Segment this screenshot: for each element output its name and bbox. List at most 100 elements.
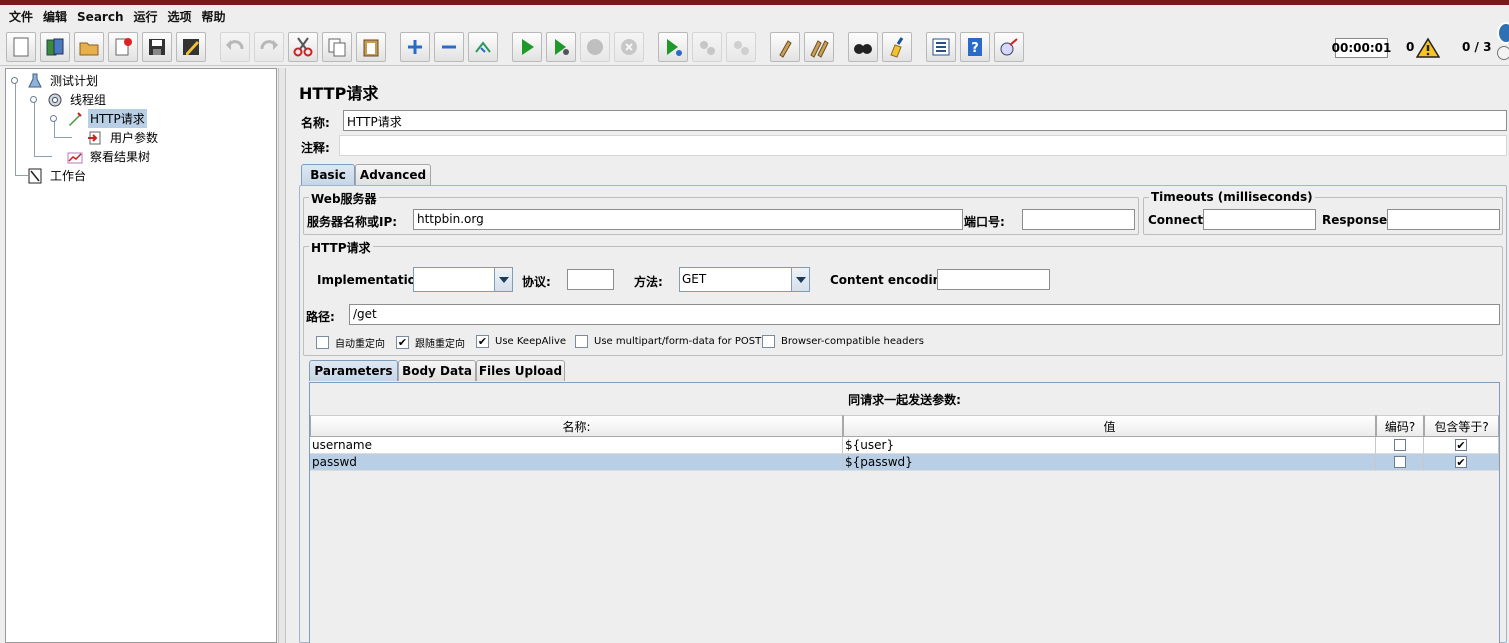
- table-row[interactable]: passwd ${passwd} ✔: [310, 454, 1499, 471]
- start-no-pause-button[interactable]: [546, 32, 576, 62]
- workbench-icon: [26, 168, 44, 184]
- include-equals-checkbox[interactable]: ✔: [1455, 439, 1467, 451]
- comment-field[interactable]: [339, 135, 1507, 156]
- include-equals-cell[interactable]: ✔: [1424, 437, 1499, 454]
- reset-search-button[interactable]: [882, 32, 912, 62]
- pane-splitter[interactable]: [278, 68, 286, 643]
- toolbar: ? 00:00:01 0 0 / 3: [0, 28, 1509, 66]
- close-icon: [115, 38, 132, 56]
- server-name-input[interactable]: httpbin.org: [413, 209, 963, 230]
- menu-search[interactable]: Search: [72, 10, 128, 24]
- function-helper-button[interactable]: [926, 32, 956, 62]
- paste-button[interactable]: [356, 32, 386, 62]
- column-header-name[interactable]: 名称:: [310, 415, 843, 437]
- menu-file[interactable]: 文件: [4, 8, 38, 25]
- save-button[interactable]: [142, 32, 172, 62]
- remote-stop-button[interactable]: [692, 32, 722, 62]
- undo-button[interactable]: [220, 32, 250, 62]
- start-button[interactable]: [512, 32, 542, 62]
- tree-item-user-parameters[interactable]: 用户参数: [86, 128, 160, 147]
- tree-item-result-tree[interactable]: 察看结果树: [66, 147, 152, 166]
- column-header-include-equals[interactable]: 包含等于?: [1424, 415, 1499, 437]
- tab-advanced[interactable]: Advanced: [355, 164, 431, 185]
- name-field[interactable]: HTTP请求: [343, 110, 1507, 131]
- include-equals-cell[interactable]: ✔: [1424, 454, 1499, 471]
- param-name-cell[interactable]: passwd: [310, 454, 843, 471]
- implementation-select[interactable]: [413, 267, 513, 292]
- tree-item-workbench[interactable]: 工作台: [26, 166, 88, 185]
- param-value-cell[interactable]: ${user}: [843, 437, 1376, 454]
- stop-button[interactable]: [580, 32, 610, 62]
- search-button[interactable]: [848, 32, 878, 62]
- remote-start-button[interactable]: [658, 32, 688, 62]
- tree-expand-handle[interactable]: [30, 96, 37, 103]
- expand-button[interactable]: [400, 32, 430, 62]
- menu-run[interactable]: 运行: [128, 8, 162, 25]
- redo-button[interactable]: [254, 32, 284, 62]
- help-button[interactable]: ?: [960, 32, 990, 62]
- column-header-encode[interactable]: 编码?: [1376, 415, 1424, 437]
- encode-cell[interactable]: [1376, 454, 1424, 471]
- content-encoding-input[interactable]: [937, 269, 1050, 290]
- collapse-button[interactable]: [434, 32, 464, 62]
- tab-parameters[interactable]: Parameters: [309, 360, 398, 381]
- tab-body-data[interactable]: Body Data: [398, 360, 476, 381]
- logger-button[interactable]: [994, 32, 1024, 62]
- protocol-input[interactable]: [567, 269, 614, 290]
- column-header-value[interactable]: 值: [843, 415, 1376, 437]
- chevron-down-icon[interactable]: [494, 268, 512, 291]
- cut-button[interactable]: [288, 32, 318, 62]
- shutdown-button[interactable]: [614, 32, 644, 62]
- tree-item-label: 察看结果树: [90, 150, 151, 164]
- method-select[interactable]: GET: [679, 267, 810, 292]
- response-timeout-input[interactable]: [1387, 209, 1500, 230]
- encode-checkbox[interactable]: [1393, 456, 1406, 468]
- encode-cell[interactable]: [1376, 437, 1424, 454]
- table-row[interactable]: username ${user} ✔: [310, 437, 1499, 454]
- svg-text:?: ?: [971, 41, 979, 56]
- content-encoding-label: Content encoding:: [830, 273, 955, 287]
- menu-help[interactable]: 帮助: [197, 8, 231, 25]
- clear-button[interactable]: [770, 32, 800, 62]
- server-name-label: 服务器名称或IP:: [307, 215, 398, 229]
- close-button[interactable]: [108, 32, 138, 62]
- param-name-cell[interactable]: username: [310, 437, 843, 454]
- new-button[interactable]: [6, 32, 36, 62]
- warning-icon[interactable]: [1416, 37, 1440, 59]
- parameters-caption: 同请求一起发送参数:: [310, 383, 1499, 415]
- templates-button[interactable]: [40, 32, 70, 62]
- menu-edit[interactable]: 编辑: [38, 8, 72, 25]
- tree-item-test-plan[interactable]: 测试计划: [26, 71, 100, 90]
- param-value-cell[interactable]: ${passwd}: [843, 454, 1376, 471]
- chevron-down-icon[interactable]: [791, 268, 809, 291]
- clear-all-button[interactable]: [804, 32, 834, 62]
- tab-files-upload[interactable]: Files Upload: [476, 360, 565, 381]
- open-button[interactable]: [74, 32, 104, 62]
- auto-redirect-checkbox[interactable]: 自动重定向: [316, 335, 385, 350]
- tree-item-http-request[interactable]: HTTP请求: [66, 109, 147, 128]
- remote-shutdown-button[interactable]: [726, 32, 756, 62]
- save-icon: [149, 39, 165, 55]
- browser-compatible-checkbox[interactable]: Browser-compatible headers: [762, 335, 924, 348]
- http-sampler-icon: [66, 111, 84, 127]
- connect-timeout-input[interactable]: [1203, 209, 1316, 230]
- save-as-button[interactable]: [176, 32, 206, 62]
- tab-basic[interactable]: Basic: [301, 164, 355, 185]
- include-equals-checkbox[interactable]: ✔: [1455, 456, 1467, 468]
- port-input[interactable]: [1022, 209, 1135, 230]
- tree-item-thread-group[interactable]: 线程组: [46, 90, 108, 109]
- encode-checkbox[interactable]: [1393, 439, 1406, 451]
- toggle-button[interactable]: [468, 32, 498, 62]
- tree-expand-handle[interactable]: [11, 77, 18, 84]
- edge-circle-button[interactable]: [1497, 22, 1509, 44]
- checkbox-label: Use KeepAlive: [495, 336, 567, 347]
- tree-expand-handle[interactable]: [50, 115, 57, 122]
- multipart-checkbox[interactable]: Use multipart/form-data for POST: [575, 335, 761, 348]
- keepalive-checkbox[interactable]: ✔ Use KeepAlive: [476, 335, 566, 348]
- copy-button[interactable]: [322, 32, 352, 62]
- follow-redirects-checkbox[interactable]: ✔ 跟随重定向: [396, 335, 465, 350]
- path-input[interactable]: /get: [349, 304, 1500, 325]
- comment-label: 注释:: [301, 141, 330, 155]
- tree-item-label: 线程组: [70, 93, 107, 107]
- menu-options[interactable]: 选项: [163, 8, 197, 25]
